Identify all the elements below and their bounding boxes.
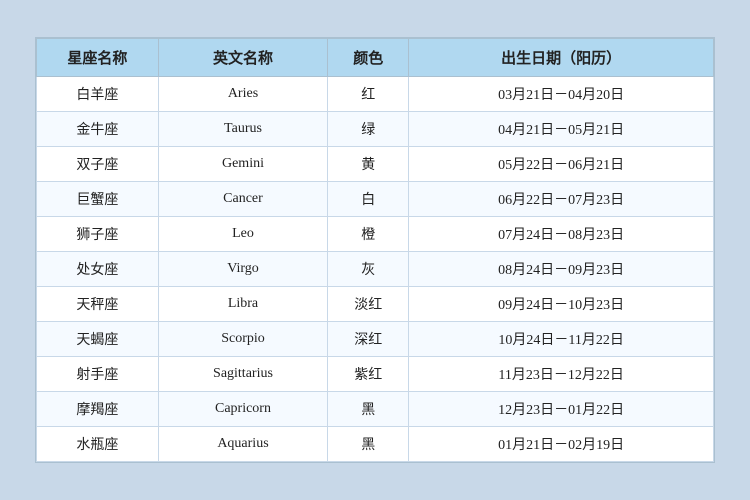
cell-color: 紫红: [328, 357, 409, 392]
cell-color: 黑: [328, 427, 409, 462]
cell-chinese: 双子座: [37, 147, 159, 182]
header-date: 出生日期（阳历）: [409, 39, 714, 77]
cell-english: Sagittarius: [158, 357, 327, 392]
cell-chinese: 巨蟹座: [37, 182, 159, 217]
cell-chinese: 狮子座: [37, 217, 159, 252]
table-row: 摩羯座Capricorn黑12月23日－01月22日: [37, 392, 714, 427]
header-english: 英文名称: [158, 39, 327, 77]
cell-date: 11月23日－12月22日: [409, 357, 714, 392]
table-header-row: 星座名称 英文名称 颜色 出生日期（阳历）: [37, 39, 714, 77]
cell-date: 04月21日－05月21日: [409, 112, 714, 147]
cell-color: 灰: [328, 252, 409, 287]
cell-date: 08月24日－09月23日: [409, 252, 714, 287]
table-row: 金牛座Taurus绿04月21日－05月21日: [37, 112, 714, 147]
cell-english: Virgo: [158, 252, 327, 287]
cell-color: 深红: [328, 322, 409, 357]
table-row: 天秤座Libra淡红09月24日－10月23日: [37, 287, 714, 322]
cell-date: 03月21日－04月20日: [409, 77, 714, 112]
cell-chinese: 摩羯座: [37, 392, 159, 427]
table-row: 射手座Sagittarius紫红11月23日－12月22日: [37, 357, 714, 392]
cell-english: Capricorn: [158, 392, 327, 427]
cell-color: 黑: [328, 392, 409, 427]
cell-color: 红: [328, 77, 409, 112]
table-row: 白羊座Aries红03月21日－04月20日: [37, 77, 714, 112]
header-color: 颜色: [328, 39, 409, 77]
table-row: 双子座Gemini黄05月22日－06月21日: [37, 147, 714, 182]
header-chinese: 星座名称: [37, 39, 159, 77]
cell-chinese: 金牛座: [37, 112, 159, 147]
table-row: 处女座Virgo灰08月24日－09月23日: [37, 252, 714, 287]
cell-color: 黄: [328, 147, 409, 182]
cell-english: Leo: [158, 217, 327, 252]
cell-date: 05月22日－06月21日: [409, 147, 714, 182]
cell-chinese: 处女座: [37, 252, 159, 287]
cell-english: Gemini: [158, 147, 327, 182]
cell-date: 01月21日－02月19日: [409, 427, 714, 462]
cell-chinese: 天蝎座: [37, 322, 159, 357]
cell-color: 淡红: [328, 287, 409, 322]
cell-english: Taurus: [158, 112, 327, 147]
cell-date: 09月24日－10月23日: [409, 287, 714, 322]
cell-english: Scorpio: [158, 322, 327, 357]
cell-english: Cancer: [158, 182, 327, 217]
cell-color: 绿: [328, 112, 409, 147]
table-row: 巨蟹座Cancer白06月22日－07月23日: [37, 182, 714, 217]
cell-date: 06月22日－07月23日: [409, 182, 714, 217]
table-row: 天蝎座Scorpio深红10月24日－11月22日: [37, 322, 714, 357]
zodiac-table-container: 星座名称 英文名称 颜色 出生日期（阳历） 白羊座Aries红03月21日－04…: [35, 37, 715, 463]
cell-color: 白: [328, 182, 409, 217]
cell-color: 橙: [328, 217, 409, 252]
cell-date: 12月23日－01月22日: [409, 392, 714, 427]
cell-chinese: 水瓶座: [37, 427, 159, 462]
cell-english: Libra: [158, 287, 327, 322]
cell-date: 07月24日－08月23日: [409, 217, 714, 252]
zodiac-table: 星座名称 英文名称 颜色 出生日期（阳历） 白羊座Aries红03月21日－04…: [36, 38, 714, 462]
cell-chinese: 射手座: [37, 357, 159, 392]
table-row: 狮子座Leo橙07月24日－08月23日: [37, 217, 714, 252]
cell-english: Aquarius: [158, 427, 327, 462]
cell-date: 10月24日－11月22日: [409, 322, 714, 357]
cell-chinese: 天秤座: [37, 287, 159, 322]
table-row: 水瓶座Aquarius黑01月21日－02月19日: [37, 427, 714, 462]
cell-chinese: 白羊座: [37, 77, 159, 112]
cell-english: Aries: [158, 77, 327, 112]
table-body: 白羊座Aries红03月21日－04月20日金牛座Taurus绿04月21日－0…: [37, 77, 714, 462]
